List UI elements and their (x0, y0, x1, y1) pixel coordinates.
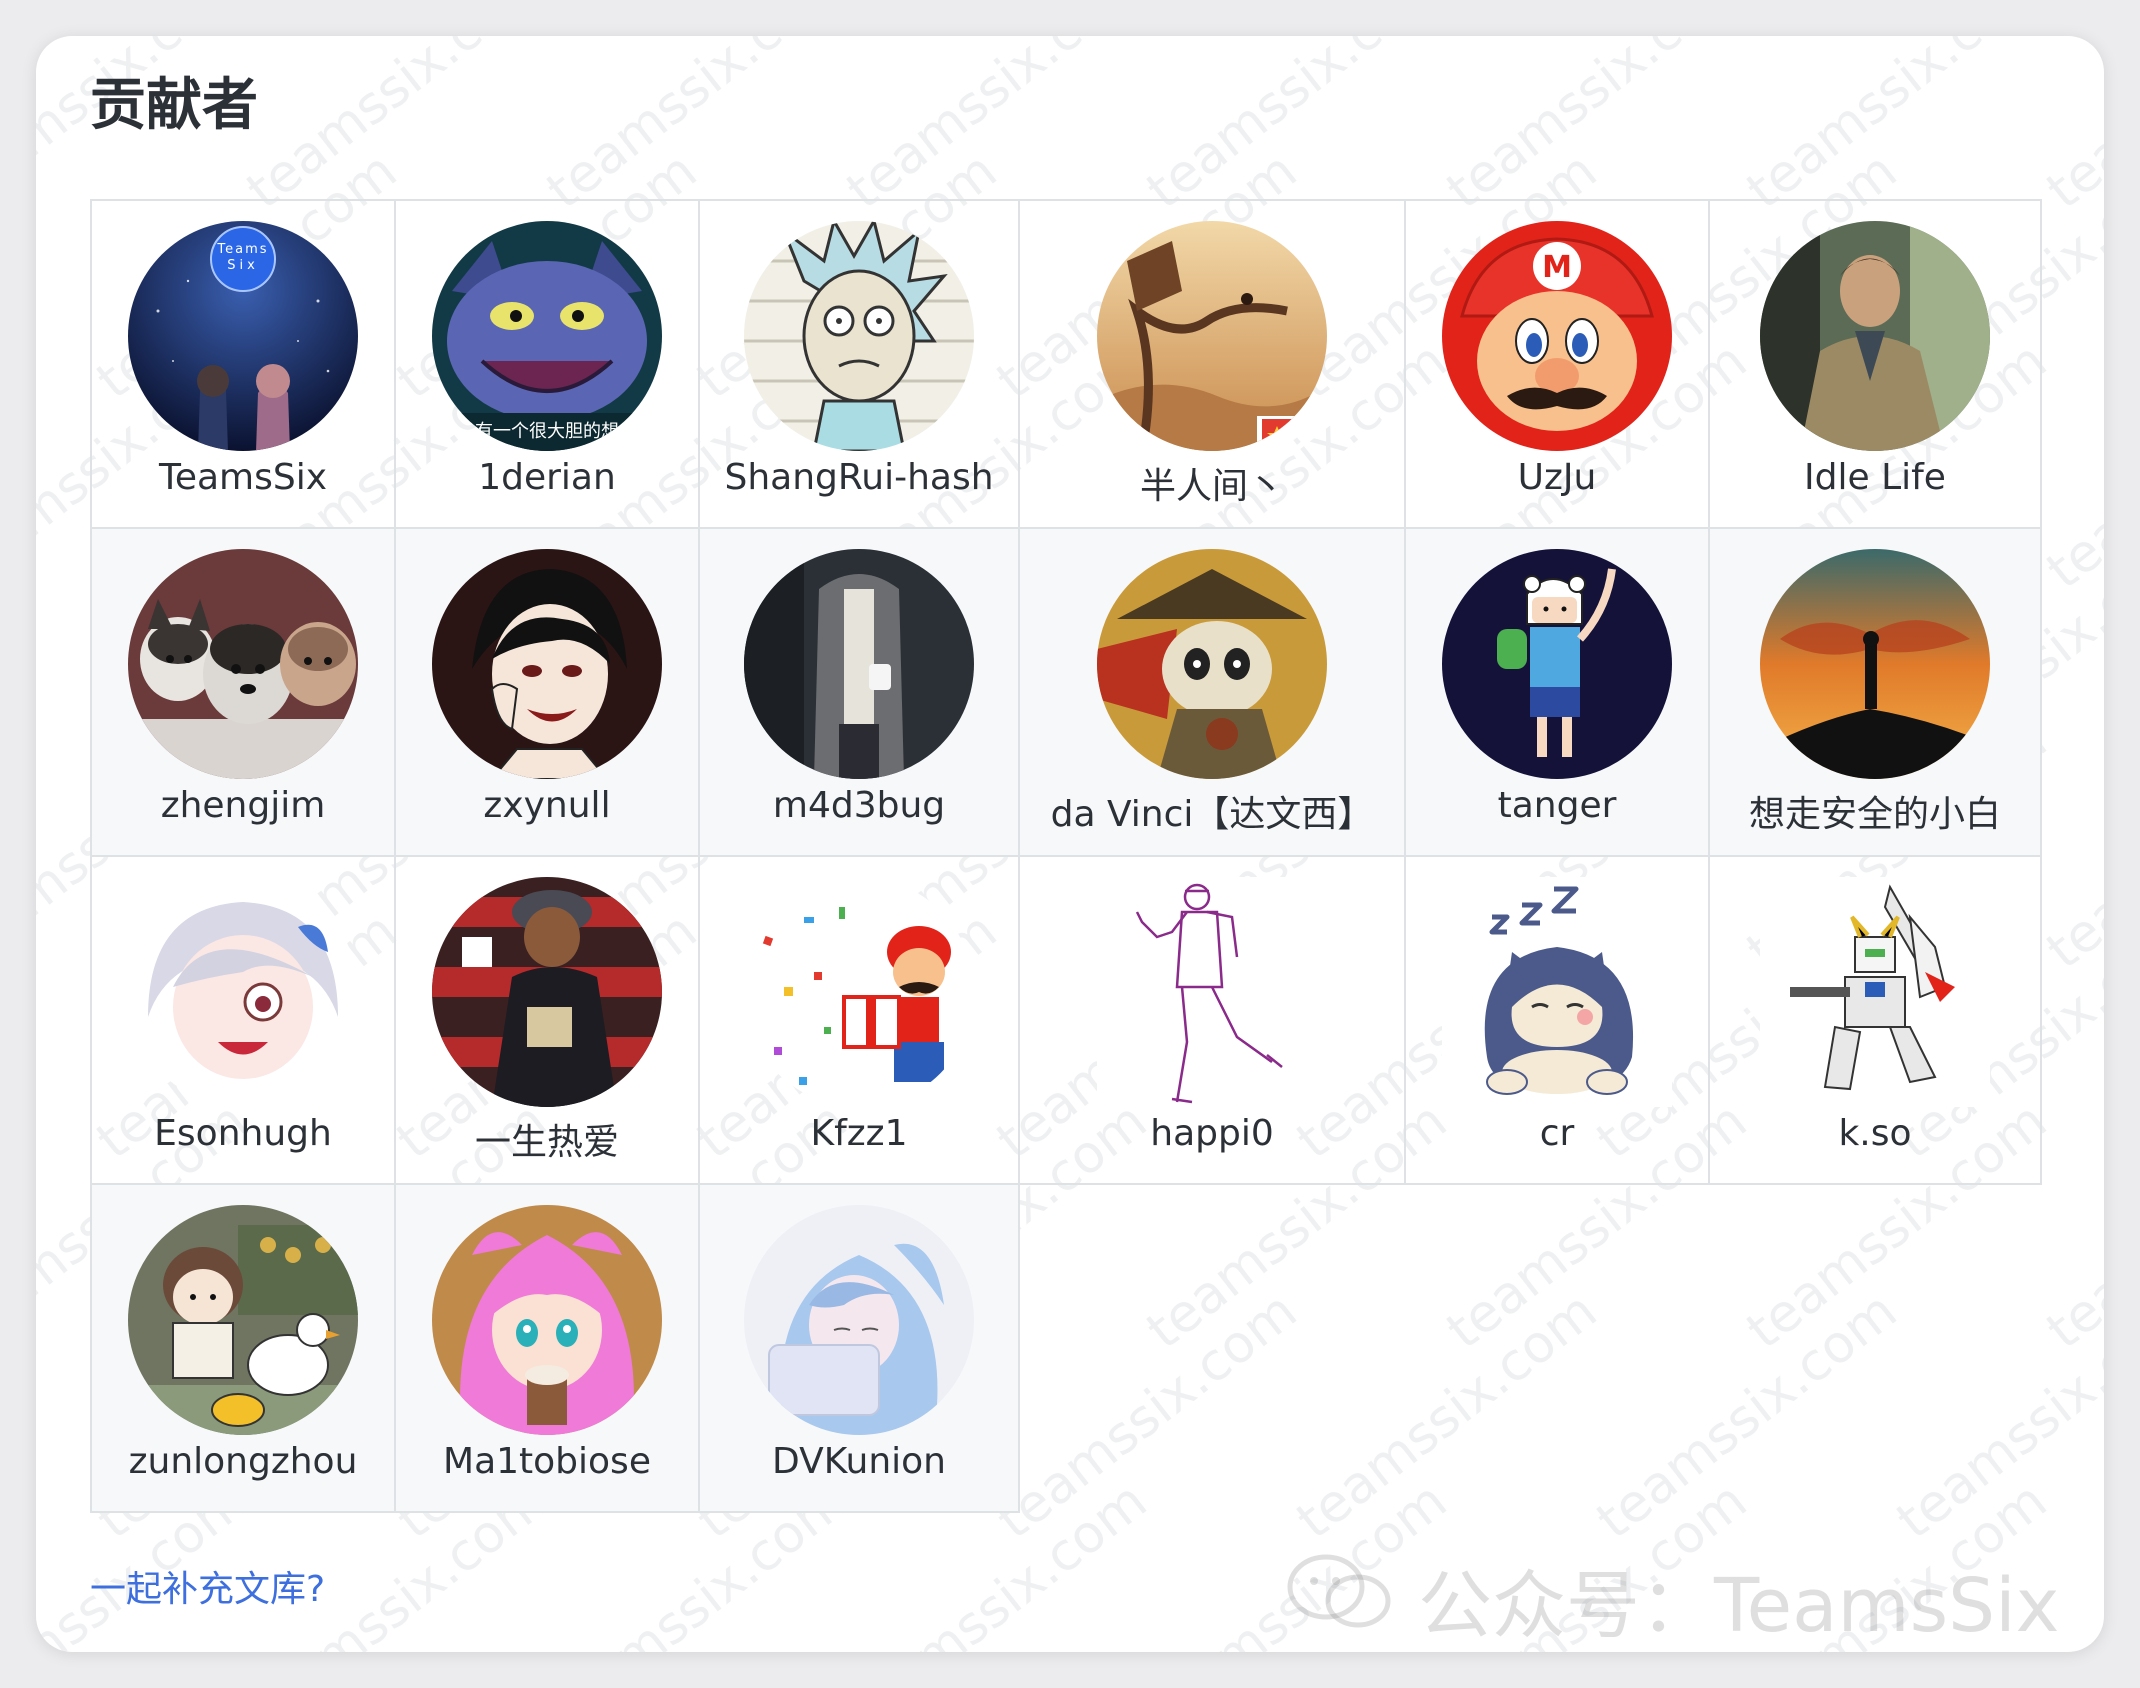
empty-cell (1019, 1184, 1405, 1512)
night-sky-avatar-icon[interactable]: Teams Six (128, 221, 358, 451)
contributor-name[interactable]: zxynull (483, 785, 610, 826)
empty-cell (1709, 1184, 2041, 1512)
wechat-watermark: 公众号：TeamsSix (1286, 1546, 2059, 1652)
wechat-icon (1286, 1551, 1396, 1649)
man-in-store-avatar-icon[interactable] (432, 877, 662, 1107)
contribute-link[interactable]: 一起补充文库? (90, 1560, 325, 1612)
contributors-card: teamssix.com teamssix.com teamssix.com team… (36, 36, 2104, 1652)
contributor-cell[interactable]: cr (1404, 855, 1710, 1185)
panda-warrior-avatar-icon[interactable] (1097, 549, 1327, 779)
contributor-cell[interactable]: ShangRui-hash (698, 199, 1020, 529)
contributor-cell[interactable]: Ma1tobiose (394, 1183, 700, 1513)
gundam-robot-avatar-icon[interactable] (1760, 877, 1990, 1107)
man-with-cup-avatar-icon[interactable] (744, 549, 974, 779)
watermark-text: teamssix.com (1135, 36, 1459, 222)
line-drawing-person-avatar-icon[interactable] (1097, 877, 1327, 1107)
sunset-silhouette-avatar-icon[interactable] (1760, 549, 1990, 779)
contributor-name[interactable]: 半人间丶 (1140, 457, 1284, 509)
contributor-cell[interactable]: Teams Six TeamsSix (90, 199, 396, 529)
watermark-text: teamssix.com (2035, 36, 2104, 222)
contributor-cell[interactable]: k.so (1708, 855, 2042, 1185)
watermark-text: teamssix.com (1735, 36, 2059, 222)
watermark-text: teamssix.com (535, 36, 859, 222)
table-row: zhengjim zxynull m4d3bug da Vinci【达文西】 t… (90, 527, 2042, 857)
pink-hair-girl-avatar-icon[interactable] (432, 1205, 662, 1435)
contributor-name[interactable]: 想走安全的小白 (1749, 785, 2001, 837)
contributor-cell[interactable]: Kfzz1 (698, 855, 1020, 1185)
contributor-cell[interactable]: M UzJu (1404, 199, 1710, 529)
husky-puppies-avatar-icon[interactable] (128, 549, 358, 779)
mario-gift-avatar-icon[interactable] (744, 877, 974, 1107)
wechat-text: 公众号：TeamsSix (1418, 1563, 2060, 1649)
contributor-name[interactable]: cr (1540, 1113, 1575, 1154)
table-row: Teams Six TeamsSix 有一个很大胆的想 1derian Shan… (90, 199, 2042, 529)
contributor-cell[interactable]: zhengjim (90, 527, 396, 857)
contributor-name[interactable]: Idle Life (1804, 457, 1946, 498)
contributor-cell[interactable]: DVKunion (698, 1183, 1020, 1513)
watermark-text: teamssix.com (835, 36, 1159, 222)
watermark-text: teamssix.com (235, 36, 559, 222)
svg-text:M: M (1542, 250, 1572, 285)
watermark-text: teamssix.com (2035, 330, 2104, 602)
contributor-cell[interactable]: 一生热爱 (394, 855, 700, 1185)
snorlax-avatar-icon[interactable] (1442, 877, 1672, 1107)
contributor-cell[interactable]: 想走安全的小白 (1708, 527, 2042, 857)
watermark-text: teamssix.com (2035, 710, 2104, 982)
mario-avatar-icon[interactable]: M (1442, 221, 1672, 451)
contributor-name[interactable]: Ma1tobiose (443, 1441, 651, 1482)
svg-text:Six: Six (227, 258, 259, 273)
contributor-cell[interactable]: Idle Life (1708, 199, 2042, 529)
svg-text:Teams: Teams (216, 242, 268, 257)
blue-hair-girl-avatar-icon[interactable] (744, 1205, 974, 1435)
contributors-table: Teams Six TeamsSix 有一个很大胆的想 1derian Shan… (90, 199, 2042, 1513)
contributor-cell[interactable]: Esonhugh (90, 855, 396, 1185)
contributor-cell[interactable]: m4d3bug (698, 527, 1020, 857)
contributor-name[interactable]: Kfzz1 (811, 1113, 908, 1154)
anime-girl-avatar-icon[interactable] (128, 877, 358, 1107)
contributor-name[interactable]: DVKunion (772, 1441, 946, 1482)
contributor-name[interactable]: 一生热爱 (475, 1113, 619, 1165)
table-row: Esonhugh 一生热爱 Kfzz1 happi0 cr k.so (90, 855, 2042, 1185)
cartoon-cat-avatar-icon[interactable]: 有一个很大胆的想 (432, 221, 662, 451)
contributor-name[interactable]: tanger (1498, 785, 1617, 826)
contributor-name[interactable]: TeamsSix (159, 457, 327, 498)
contributor-name[interactable]: ShangRui-hash (724, 457, 993, 498)
contributor-name[interactable]: m4d3bug (773, 785, 945, 826)
rick-cartoon-avatar-icon[interactable] (744, 221, 974, 451)
contributor-name[interactable]: zhengjim (161, 785, 326, 826)
contributor-cell[interactable]: 半人间丶 (1018, 199, 1406, 529)
contributor-name[interactable]: zunlongzhou (129, 1441, 358, 1482)
anime-boy-avatar-icon[interactable] (432, 549, 662, 779)
contributor-cell[interactable]: 有一个很大胆的想 1derian (394, 199, 700, 529)
contributor-cell[interactable]: zunlongzhou (90, 1183, 396, 1513)
watermark-text: teamssix.com (2035, 1090, 2104, 1362)
contributor-cell[interactable]: tanger (1404, 527, 1710, 857)
man-on-train-avatar-icon[interactable] (1760, 221, 1990, 451)
contributor-name[interactable]: da Vinci【达文西】 (1051, 785, 1374, 837)
finn-cartoon-avatar-icon[interactable] (1442, 549, 1672, 779)
contributor-name[interactable]: UzJu (1518, 457, 1597, 498)
contributor-cell[interactable]: da Vinci【达文西】 (1018, 527, 1406, 857)
treehouse-avatar-icon[interactable] (1097, 221, 1327, 451)
contributor-name[interactable]: 1derian (478, 457, 616, 498)
contributor-name[interactable]: k.so (1838, 1113, 1911, 1154)
page-title: 贡献者 (90, 73, 258, 138)
contributor-name[interactable]: happi0 (1150, 1113, 1274, 1154)
table-row: zunlongzhou Ma1tobiose DVKunion (90, 1183, 2041, 1513)
contributor-name[interactable]: Esonhugh (154, 1113, 332, 1154)
kid-with-ducks-avatar-icon[interactable] (128, 1205, 358, 1435)
contributor-cell[interactable]: zxynull (394, 527, 700, 857)
svg-text:有一个很大胆的想: 有一个很大胆的想 (475, 421, 619, 442)
contributor-cell[interactable]: happi0 (1018, 855, 1406, 1185)
watermark-text: teamssix.com (1435, 36, 1759, 222)
empty-cell (1405, 1184, 1709, 1512)
